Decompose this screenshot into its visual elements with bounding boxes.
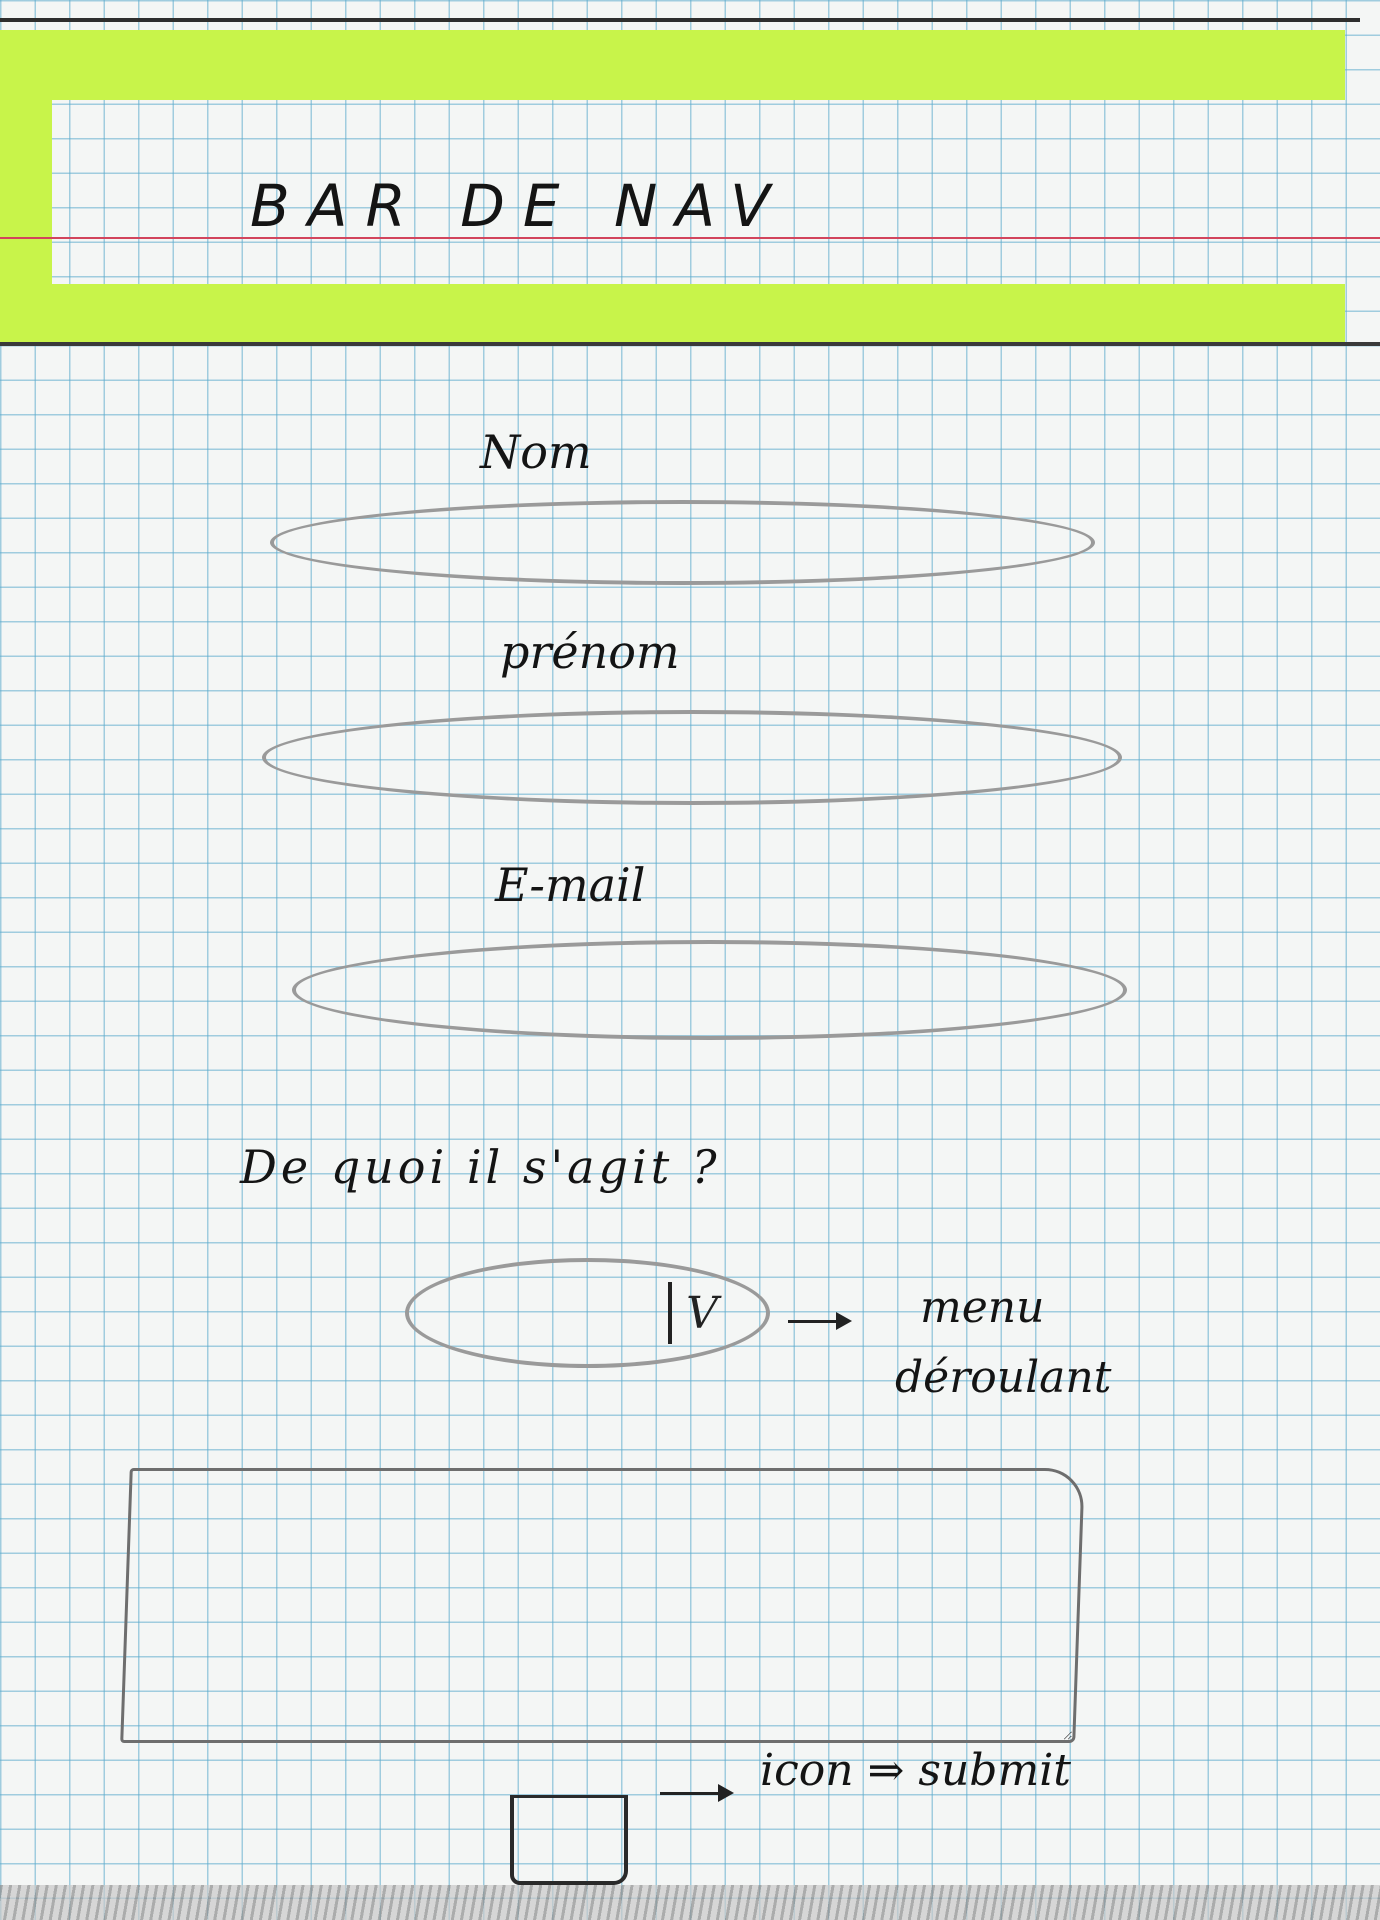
submit-button[interactable] bbox=[510, 1795, 628, 1885]
subject-label: De quoi il s'agit ? bbox=[240, 1140, 721, 1194]
message-textarea[interactable] bbox=[120, 1468, 1085, 1743]
dropdown-arrow-icon bbox=[788, 1312, 852, 1330]
submit-annotation: icon ⇒ submit bbox=[760, 1745, 1071, 1796]
navbar-bottom-border bbox=[0, 342, 1380, 346]
email-input[interactable] bbox=[292, 940, 1127, 1040]
dropdown-annotation-line1: menu bbox=[920, 1282, 1045, 1333]
chevron-down-icon[interactable]: V bbox=[668, 1282, 732, 1344]
first-name-label: prénom bbox=[500, 625, 680, 679]
navbar-title: BAR DE NAV bbox=[250, 172, 788, 240]
last-name-input[interactable] bbox=[270, 500, 1095, 585]
dropdown-annotation-line2: déroulant bbox=[895, 1352, 1112, 1403]
submit-arrow-icon bbox=[660, 1784, 734, 1802]
first-name-input[interactable] bbox=[262, 710, 1122, 805]
email-label: E-mail bbox=[495, 858, 646, 912]
subject-dropdown[interactable]: V bbox=[405, 1258, 770, 1368]
pencil-scribble-bottom bbox=[0, 1885, 1380, 1920]
last-name-label: Nom bbox=[480, 425, 592, 479]
navbar-top-border bbox=[0, 18, 1360, 22]
